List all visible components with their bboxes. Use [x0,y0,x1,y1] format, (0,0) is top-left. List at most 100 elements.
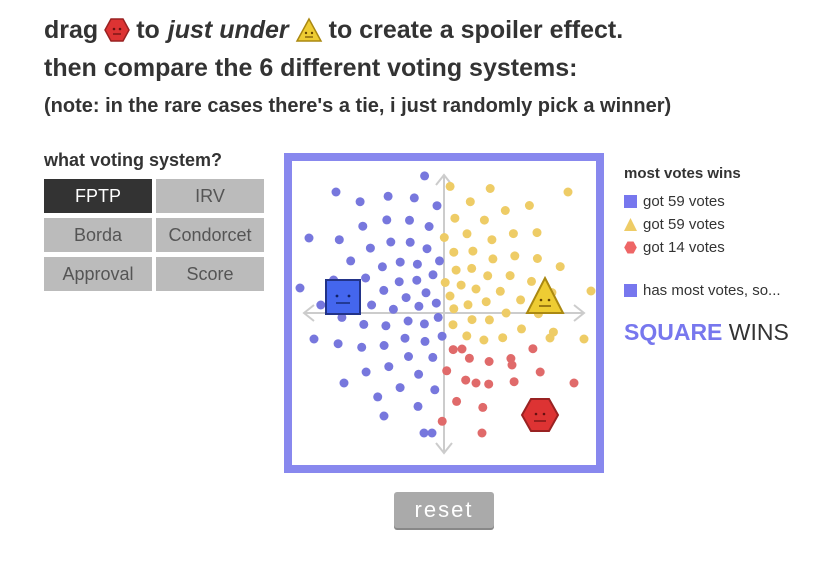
voter-dot [388,304,398,314]
voter-dot [468,246,478,256]
condorcet-button[interactable]: Condorcet [156,218,264,252]
instruction-effect-text: to create a spoiler effect. [328,16,624,44]
voter-dot [495,286,505,296]
voter-dot [422,244,432,254]
voter-dot [501,308,511,318]
voter-dot [524,201,534,210]
most-votes-row: has most votes, so... [624,282,824,299]
voter-dot [437,416,447,426]
square-votes: got 59 votes [643,193,725,210]
instruction-drag-text: drag [44,16,99,44]
voter-dot [346,256,356,266]
voter-dot [527,276,536,286]
voter-dot [462,331,472,341]
voter-dot [386,237,396,247]
voter-dot [445,181,455,191]
hexagon-candidate[interactable] [520,398,560,432]
voter-dot [309,334,319,344]
voter-dot [471,378,481,388]
tie-note: (note: in the rare cases there's a tie, … [44,95,672,117]
voter-dot [430,385,440,395]
voter-dot [450,213,460,223]
voter-dot [381,321,391,331]
voter-dot [509,377,519,387]
voter-dot [555,262,565,272]
voter-dot [478,402,488,412]
result-row-square: got 59 votes [624,190,824,213]
voter-dot [437,331,447,341]
winner-name: SQUARE [624,319,723,345]
triangle-icon [624,218,637,231]
voter-dot [405,237,415,247]
winner-suffix: WINS [728,319,789,345]
voter-dot [409,193,419,203]
voter-dot [500,206,510,215]
voter-dot [334,235,344,245]
voter-dot [467,263,477,273]
result-row-triangle: got 59 votes [624,213,824,236]
voter-dot [433,312,443,322]
approval-button[interactable]: Approval [44,257,152,291]
voter-dot [421,288,431,298]
voter-dot [467,315,477,325]
voter-dot [517,324,526,334]
voter-dot [365,243,375,253]
voter-dot [428,352,438,362]
voter-dot [414,369,424,379]
fptp-button[interactable]: FPTP [44,179,152,213]
voter-dot [395,383,405,393]
voter-dot [579,334,589,344]
voter-dot [379,411,389,421]
borda-button[interactable]: Borda [44,218,152,252]
simulation-canvas[interactable] [292,161,596,465]
voter-dot [304,233,314,243]
square-candidate[interactable] [325,279,361,315]
voter-dot [449,247,459,257]
voter-dot [528,344,538,354]
voter-dot [428,270,438,280]
voting-system-title: what voting system? [44,150,223,170]
voter-dot [452,396,462,406]
score-button[interactable]: Score [156,257,264,291]
voter-dot [586,286,596,296]
voter-dot [532,254,542,263]
voter-dot [384,362,394,372]
voter-dot [379,341,389,350]
voter-dot [432,201,442,211]
instruction-to-text: to [136,16,160,44]
voter-dot [377,262,387,272]
voter-dot [463,300,473,310]
voter-dot [400,333,410,343]
voter-dot [569,378,579,388]
voter-dot [505,271,515,281]
voter-dot [357,342,367,352]
voter-dot [516,295,526,305]
voter-dot [479,215,489,225]
result-row-hexagon: got 14 votes [624,236,824,259]
voter-dot [435,256,444,266]
voter-dot [379,285,389,295]
voter-dot [445,291,455,301]
triangle-votes: got 59 votes [643,216,725,233]
voter-dot [488,254,498,264]
voter-dot [483,271,493,281]
reset-button[interactable]: reset [394,492,494,528]
voting-simulation[interactable] [284,153,604,473]
voter-dot [484,357,494,366]
voter-dot [563,187,573,197]
voter-dot [440,278,450,287]
instruction-line-1: drag to just under to create a spoiler e… [44,14,623,46]
voter-dot [382,215,392,225]
hexagon-votes: got 14 votes [643,239,725,256]
voter-dot [412,275,422,285]
voter-dot [358,221,368,231]
voter-dot [367,300,377,310]
voter-dot [403,316,413,326]
voter-dot [373,392,383,402]
irv-button[interactable]: IRV [156,179,264,213]
voter-dot [442,366,452,376]
voter-dot [439,233,449,242]
voter-dot [481,297,491,307]
voter-dot [484,379,494,389]
voter-dot [471,284,481,294]
